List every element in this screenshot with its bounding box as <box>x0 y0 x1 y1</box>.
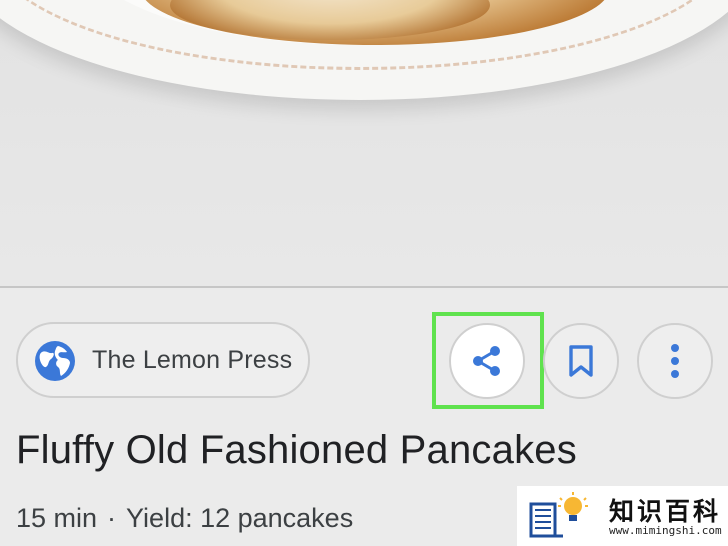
bookmark-icon <box>569 345 593 377</box>
bookmark-button[interactable] <box>543 323 619 399</box>
recipe-hero-image[interactable] <box>0 0 728 287</box>
recipe-screen: The Lemon Press Fluffy Old Fashioned Pan… <box>0 0 728 546</box>
share-button-highlight <box>432 312 544 409</box>
cook-time: 15 min <box>16 503 98 533</box>
publisher-chip[interactable]: The Lemon Press <box>16 322 310 398</box>
watermark-url: www.mimingshi.com <box>609 524 722 537</box>
recipe-meta: 15 min · Yield: 12 pancakes <box>16 503 353 534</box>
more-options-button[interactable] <box>637 323 713 399</box>
more-vertical-icon <box>671 344 679 378</box>
book-lightbulb-icon <box>529 492 588 538</box>
meta-separator: · <box>107 503 117 533</box>
divider <box>0 286 728 288</box>
watermark-text: 知识百科 <box>609 498 722 526</box>
recipe-title: Fluffy Old Fashioned Pancakes <box>16 428 577 472</box>
watermark: 知识百科 www.mimingshi.com <box>517 486 728 546</box>
globe-icon <box>35 341 75 381</box>
recipe-yield: Yield: 12 pancakes <box>126 503 354 533</box>
publisher-name: The Lemon Press <box>92 346 293 374</box>
